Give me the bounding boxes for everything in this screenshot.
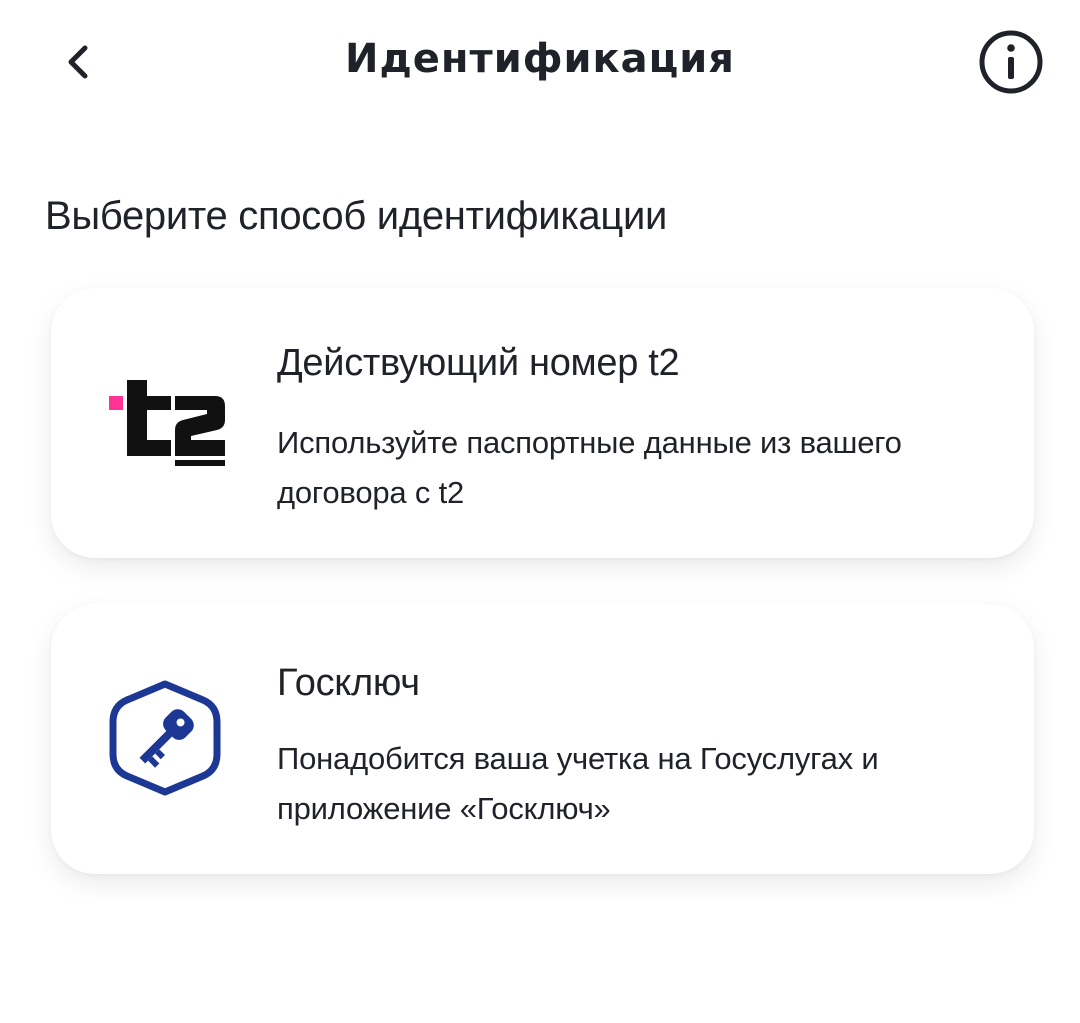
option-card-goskey[interactable]: Госключ Понадобится ваша учетка на Госус… (51, 604, 1034, 874)
option-card-t2-number[interactable]: Действующий номер t2 Используйте паспорт… (51, 288, 1034, 558)
goskey-logo (103, 676, 227, 800)
option-description: Понадобится ваша учетка на Госуслугах и … (277, 741, 879, 826)
page-title: Идентификация (345, 36, 735, 82)
t2-logo (103, 358, 227, 482)
option-description: Используйте паспортные данные из вашего … (277, 425, 902, 510)
option-title: Госключ (277, 662, 420, 704)
info-icon (979, 30, 1043, 94)
info-button[interactable] (978, 29, 1044, 95)
option-title: Действующий номер t2 (277, 342, 680, 384)
section-subtitle: Выберите способ идентификации (45, 194, 668, 238)
identification-screen: Идентификация Выберите способ идентифика… (0, 0, 1080, 1023)
